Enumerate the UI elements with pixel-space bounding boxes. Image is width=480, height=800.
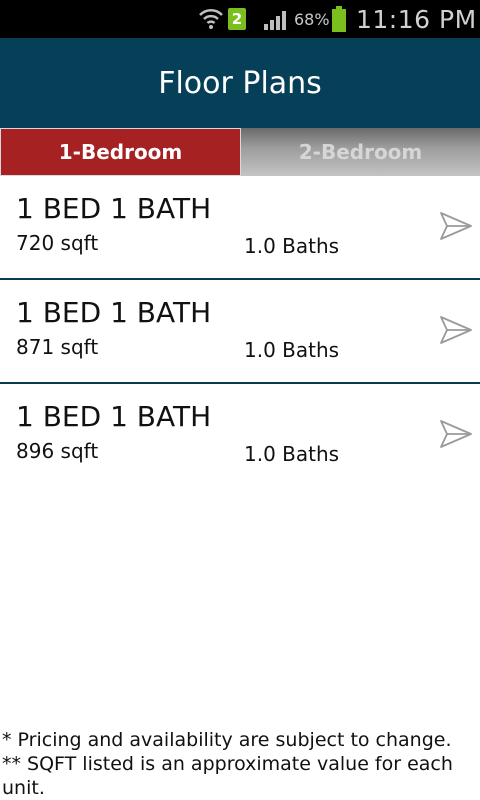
- list-item[interactable]: 1 BED 1 BATH 871 sqft 1.0 Baths: [0, 280, 480, 384]
- notification-badge: 2: [228, 0, 250, 38]
- sqft-note: ** SQFT listed is an approximate value f…: [2, 753, 453, 799]
- battery-percent: 68%: [294, 9, 330, 29]
- plan-baths: 1.0 Baths: [244, 442, 340, 466]
- list-item[interactable]: 1 BED 1 BATH 720 sqft 1.0 Baths: [0, 176, 480, 280]
- pricing-note: * Pricing and availability are subject t…: [2, 729, 452, 751]
- status-bar: 2 68% 11:16 PM: [0, 0, 480, 38]
- send-arrow-icon[interactable]: [438, 210, 474, 242]
- tab-1-bedroom[interactable]: 1-Bedroom: [0, 128, 241, 176]
- plan-sqft: 720 sqft: [16, 231, 99, 255]
- bedroom-tabs: 1-Bedroom 2-Bedroom: [0, 128, 480, 176]
- disclaimer-notes: * Pricing and availability are subject t…: [2, 728, 472, 800]
- send-arrow-icon[interactable]: [438, 314, 474, 346]
- plan-title: 1 BED 1 BATH: [16, 400, 212, 433]
- plan-sqft: 871 sqft: [16, 335, 99, 359]
- plan-sqft: 896 sqft: [16, 439, 99, 463]
- plan-title: 1 BED 1 BATH: [16, 296, 212, 329]
- wifi-icon: [198, 0, 224, 38]
- floor-plan-list: 1 BED 1 BATH 720 sqft 1.0 Baths 1 BED 1 …: [0, 176, 480, 488]
- app-bar: Floor Plans: [0, 38, 480, 128]
- plan-baths: 1.0 Baths: [244, 234, 340, 258]
- plan-title: 1 BED 1 BATH: [16, 192, 212, 225]
- plan-baths: 1.0 Baths: [244, 338, 340, 362]
- page-title: Floor Plans: [158, 65, 322, 101]
- signal-icon: [262, 0, 292, 38]
- send-arrow-icon[interactable]: [438, 418, 474, 450]
- notification-count: 2: [228, 8, 246, 30]
- tab-2-bedroom[interactable]: 2-Bedroom: [241, 128, 480, 176]
- list-item[interactable]: 1 BED 1 BATH 896 sqft 1.0 Baths: [0, 384, 480, 488]
- battery-icon: [331, 0, 347, 38]
- clock: 11:16 PM: [356, 4, 477, 34]
